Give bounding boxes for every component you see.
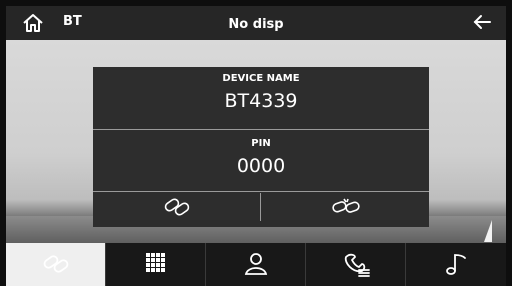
pin-label: PIN [251,138,271,149]
tab-contacts[interactable] [206,243,306,286]
pin-value: 0000 [236,155,286,177]
back-arrow-icon[interactable] [470,10,494,34]
bottom-nav [6,243,506,286]
keypad-icon [145,253,165,272]
device-name-value: BT4339 [224,90,298,112]
sailboat [484,220,492,242]
disconnect-button[interactable] [262,195,429,221]
top-bar: BT No disp [6,6,506,40]
link-icon [164,198,189,216]
contacts-icon [244,253,267,275]
tab-keypad[interactable] [106,243,206,286]
link-icon [43,255,68,273]
tab-bluetooth-link[interactable] [6,243,106,286]
tab-call-log[interactable] [306,243,406,286]
page-title: No disp [228,17,284,32]
bt-screen: BT No disp DEVICE NAME BT4339 PIN 0000 [0,0,512,286]
music-icon [446,254,466,275]
divider [93,191,429,192]
divider [260,193,261,221]
tab-music[interactable] [406,243,506,286]
device-info-panel: DEVICE NAME BT4339 PIN 0000 [93,67,429,227]
divider [93,129,429,130]
device-name-label: DEVICE NAME [222,73,300,84]
connect-button[interactable] [93,195,260,221]
call-log-icon [344,253,370,277]
unlink-icon [331,198,360,213]
